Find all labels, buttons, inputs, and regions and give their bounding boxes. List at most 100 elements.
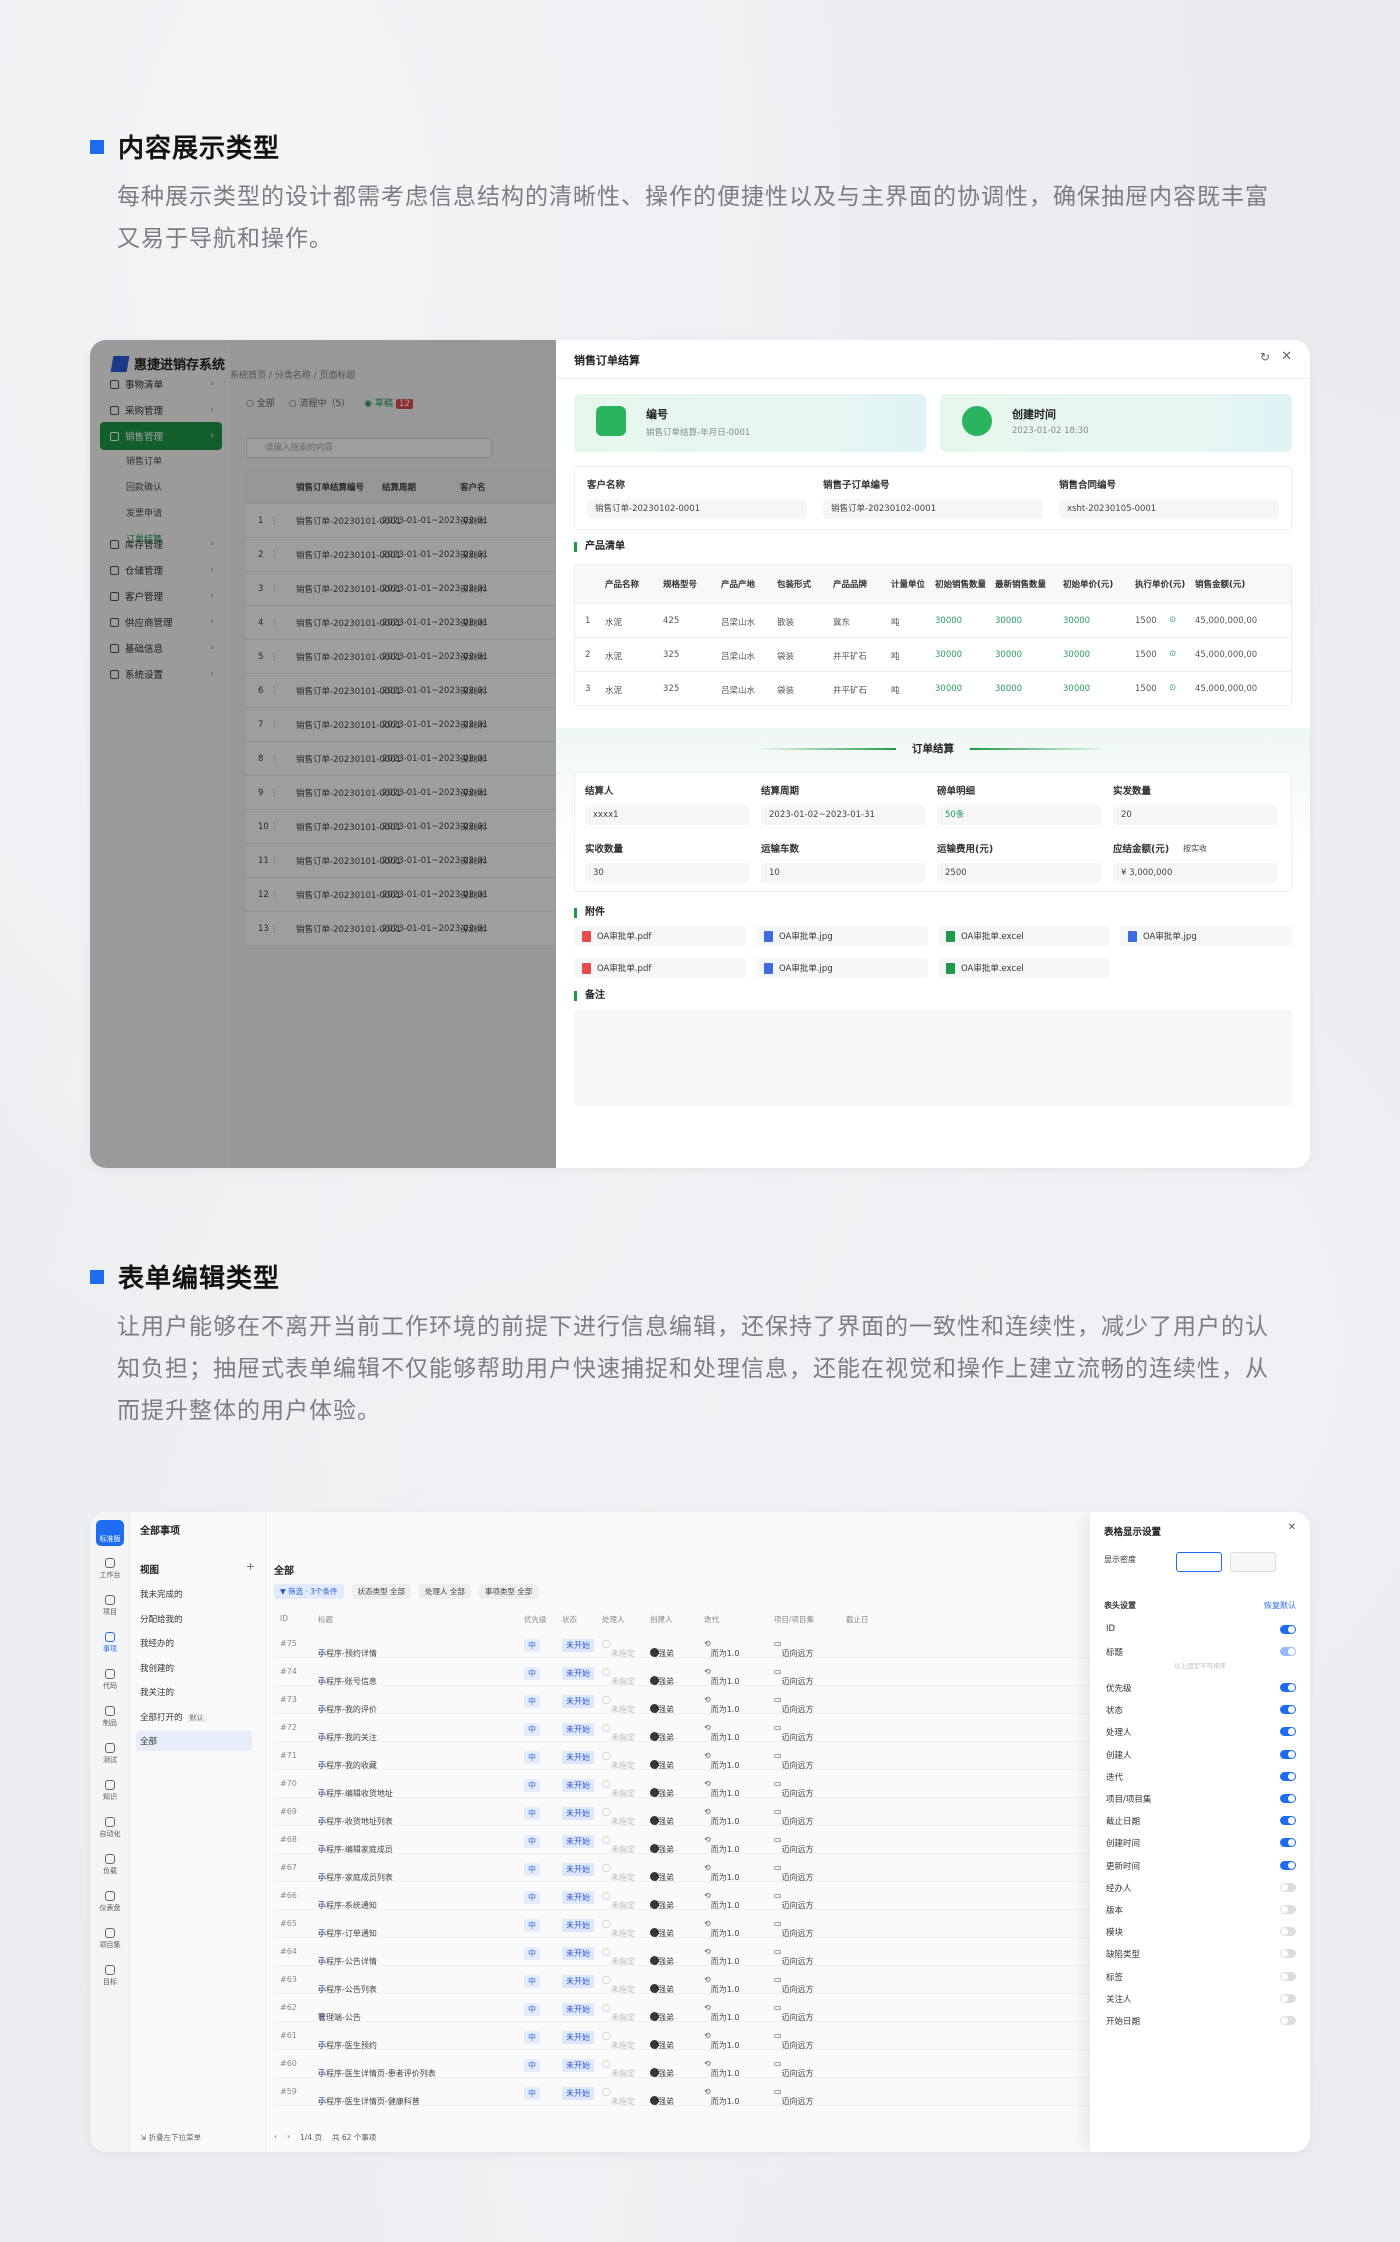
refresh-icon[interactable]: ↻ <box>1260 350 1270 364</box>
settle-input[interactable]: 20 <box>1113 805 1277 825</box>
rail-item[interactable]: 测试 <box>96 1743 124 1765</box>
priority-tag: 中 <box>524 1751 540 1764</box>
column-toggle[interactable] <box>1280 1971 1296 1981</box>
table-row[interactable]: #60 ☰ 小程序-医生详情页-患者评价列表中未开始 ◯ 未指定 马强弟 ⟲ 而为1.… <box>274 2050 1164 2078</box>
code-card: 编号 销售订单结算-年月日-0001 <box>574 394 926 452</box>
filter-type[interactable]: 事项类型 全部 <box>478 1584 539 1599</box>
view-item[interactable]: 分配给我的 <box>140 1613 183 1625</box>
filter-assignee[interactable]: 处理人 全部 <box>418 1584 471 1599</box>
column-toggle[interactable] <box>1280 1647 1296 1656</box>
attachment-file[interactable]: OA审批单.jpg <box>1120 926 1292 946</box>
column-toggle[interactable] <box>1280 1949 1296 1959</box>
table-row[interactable]: #69 ☰ 小程序-收货地址列表中未开始 ◯ 未指定 马强弟 ⟲ 而为1.0 ▭ 迈向远… <box>274 1798 1164 1826</box>
density-compact-option[interactable] <box>1176 1552 1222 1572</box>
edit-icon[interactable]: ⊙ <box>1169 649 1176 659</box>
view-item[interactable]: 我关注的 <box>140 1686 174 1698</box>
attachment-file[interactable]: OA审批单.excel <box>938 958 1110 978</box>
table-row[interactable]: #62 ☰ 管理端-公告中未开始 ◯ 未指定 马强弟 ⟲ 而为1.0 ▭ 迈向远方 <box>274 1994 1164 2022</box>
column-toggle[interactable] <box>1280 1993 1296 2003</box>
column-toggle[interactable] <box>1280 2016 1296 2025</box>
attachment-file[interactable]: OA审批单.pdf <box>574 958 746 978</box>
column-toggle[interactable] <box>1280 1771 1296 1781</box>
settle-input[interactable]: 2500 <box>937 863 1101 883</box>
attachment-file[interactable]: OA审批单.excel <box>938 926 1110 946</box>
rail-item[interactable]: 代码 <box>96 1669 124 1691</box>
settle-input[interactable]: 10 <box>761 863 925 883</box>
view-item[interactable]: 我创建的 <box>140 1662 174 1674</box>
edit-icon[interactable]: ⊙ <box>1169 683 1176 693</box>
prev-page-button[interactable]: ‹ <box>274 2132 277 2143</box>
rail-item: 标准版 <box>99 1535 121 1543</box>
table-row[interactable]: #65 ☰ 小程序-订单通知中未开始 ◯ 未指定 马强弟 ⟲ 而为1.0 ▭ 迈向远方 <box>274 1910 1164 1938</box>
rail-item[interactable]: 制品 <box>96 1706 124 1728</box>
table-row[interactable]: #66 ☰ 小程序-系统通知中未开始 ◯ 未指定 马强弟 ⟲ 而为1.0 ▭ 迈向远方 <box>274 1882 1164 1910</box>
column-setting-label: 截止日期 <box>1106 1817 1141 1828</box>
table-row[interactable]: #64 ☰ 小程序-公告详情中未开始 ◯ 未指定 马强弟 ⟲ 而为1.0 ▭ 迈向远方 <box>274 1938 1164 1966</box>
table-row[interactable]: #63 ☰ 小程序-公告列表中未开始 ◯ 未指定 马强弟 ⟲ 而为1.0 ▭ 迈向远方 <box>274 1966 1164 1994</box>
column-toggle[interactable] <box>1280 1816 1296 1826</box>
file-icon <box>582 962 591 974</box>
view-item[interactable]: 我未完成的 <box>140 1588 183 1600</box>
rail-item[interactable]: 负载 <box>96 1854 124 1876</box>
rail-item[interactable]: 事项 <box>96 1632 124 1654</box>
rail-item[interactable]: 知识 <box>96 1780 124 1802</box>
column-toggle[interactable] <box>1280 1838 1296 1848</box>
settle-input[interactable]: 50条 <box>937 805 1101 825</box>
table-row[interactable]: #72 ☰ 小程序-我的关注中未开始 ◯ 未指定 马强弟 ⟲ 而为1.0 ▭ 迈向远方 <box>274 1714 1164 1742</box>
attachment-file[interactable]: OA审批单.jpg <box>756 958 928 978</box>
field-input[interactable]: xsht-20230105-0001 <box>1059 499 1279 519</box>
column-setting-label: 创建时间 <box>1106 1839 1141 1850</box>
field-input[interactable]: 销售订单-20230102-0001 <box>587 499 807 519</box>
column-header: 创建人 <box>650 1615 673 1624</box>
table-row[interactable]: #71 ☰ 小程序-我的收藏中未开始 ◯ 未指定 马强弟 ⟲ 而为1.0 ▭ 迈向远方 <box>274 1742 1164 1770</box>
column-toggle[interactable] <box>1280 1705 1296 1715</box>
table-row[interactable]: #75 ☰ 小程序-预约详情中未开始 ◯ 未指定 马强弟 ⟲ 而为1.0 ▭ 迈向远方 <box>274 1630 1164 1658</box>
view-item[interactable]: 全部 <box>136 1731 252 1751</box>
table-row[interactable]: #70 ☰ 小程序-编辑收货地址中未开始 ◯ 未指定 马强弟 ⟲ 而为1.0 ▭ 迈向远… <box>274 1770 1164 1798</box>
column-toggle[interactable] <box>1280 1727 1296 1737</box>
table-row[interactable]: #61 ☰ 小程序-医生预约中未开始 ◯ 未指定 马强弟 ⟲ 而为1.0 ▭ 迈向远方 <box>274 2022 1164 2050</box>
close-icon[interactable]: ✕ <box>1281 349 1292 364</box>
remark-textarea[interactable] <box>574 1010 1292 1106</box>
attachment-file[interactable]: OA审批单.jpg <box>756 926 928 946</box>
add-view-icon[interactable]: + <box>246 1560 255 1573</box>
rail-item[interactable]: 目标 <box>96 1965 124 1987</box>
view-item[interactable]: 我经办的 <box>140 1637 174 1649</box>
rail-item[interactable]: 项目集 <box>96 1928 124 1950</box>
column-toggle[interactable] <box>1280 1927 1296 1937</box>
drawer-overlay-mask[interactable] <box>90 340 556 1168</box>
table-row[interactable]: #59 ☰ 小程序-医生详情页-健康科普中未开始 ◯ 未指定 马强弟 ⟲ 而为1.0 ▭… <box>274 2078 1164 2106</box>
settle-input[interactable]: xxxx1 <box>585 805 749 825</box>
settle-input[interactable]: 2023-01-02~2023-01-31 <box>761 805 925 825</box>
column-toggle[interactable] <box>1280 1749 1296 1759</box>
column-toggle[interactable] <box>1280 1860 1296 1870</box>
settle-input[interactable]: ¥ 3,000,000 <box>1113 863 1277 883</box>
field-input[interactable]: 销售订单-20230102-0001 <box>823 499 1043 519</box>
column-toggle[interactable] <box>1280 1683 1296 1692</box>
table-row[interactable]: #73 ☰ 小程序-我的评价中未开始 ◯ 未指定 马强弟 ⟲ 而为1.0 ▭ 迈向远方 <box>274 1686 1164 1714</box>
collapse-menu[interactable]: ⇲ 折叠左下拉菜单 <box>140 2132 201 2143</box>
settle-input[interactable]: 30 <box>585 863 749 883</box>
close-icon[interactable]: ✕ <box>1288 1522 1296 1533</box>
table-row[interactable]: #68 ☰ 小程序-编辑家庭成员中未开始 ◯ 未指定 马强弟 ⟲ 而为1.0 ▭ 迈向远… <box>274 1826 1164 1854</box>
reset-link[interactable]: 恢复默认 <box>1264 1600 1296 1611</box>
column-toggle[interactable] <box>1280 1882 1296 1892</box>
view-item[interactable]: 全部打开的 默认 <box>140 1711 207 1723</box>
density-loose-option[interactable] <box>1230 1552 1276 1572</box>
attachment-file[interactable]: OA审批单.pdf <box>574 926 746 946</box>
next-page-button[interactable]: › <box>287 2132 290 2143</box>
filter-state[interactable]: 状态类型 全部 <box>351 1584 411 1599</box>
rail-item[interactable]: 仪表盘 <box>96 1891 124 1913</box>
filter-chip[interactable]: ▼ 筛选 · 3个条件 <box>274 1584 344 1599</box>
edit-icon[interactable]: ⊙ <box>1169 615 1176 625</box>
table-row[interactable]: #67 ☰ 小程序-家庭成员列表中未开始 ◯ 未指定 马强弟 ⟲ 而为1.0 ▭ 迈向远… <box>274 1854 1164 1882</box>
rail-item[interactable]: 项目 <box>96 1595 124 1617</box>
column-toggle[interactable] <box>1280 1905 1296 1914</box>
column-toggle[interactable] <box>1280 1794 1296 1803</box>
column-toggle[interactable] <box>1280 1625 1296 1634</box>
settle-mode-link[interactable]: 按实收 <box>1183 843 1207 854</box>
rail-item[interactable]: 工作台 <box>96 1558 124 1580</box>
table-row[interactable]: #74 ☰ 小程序-账号信息中未开始 ◯ 未指定 马强弟 ⟲ 而为1.0 ▭ 迈向远方 <box>274 1658 1164 1686</box>
rail-item[interactable]: 自动化 <box>96 1817 124 1839</box>
assignee: ◯ 未指定 <box>602 2003 635 2022</box>
